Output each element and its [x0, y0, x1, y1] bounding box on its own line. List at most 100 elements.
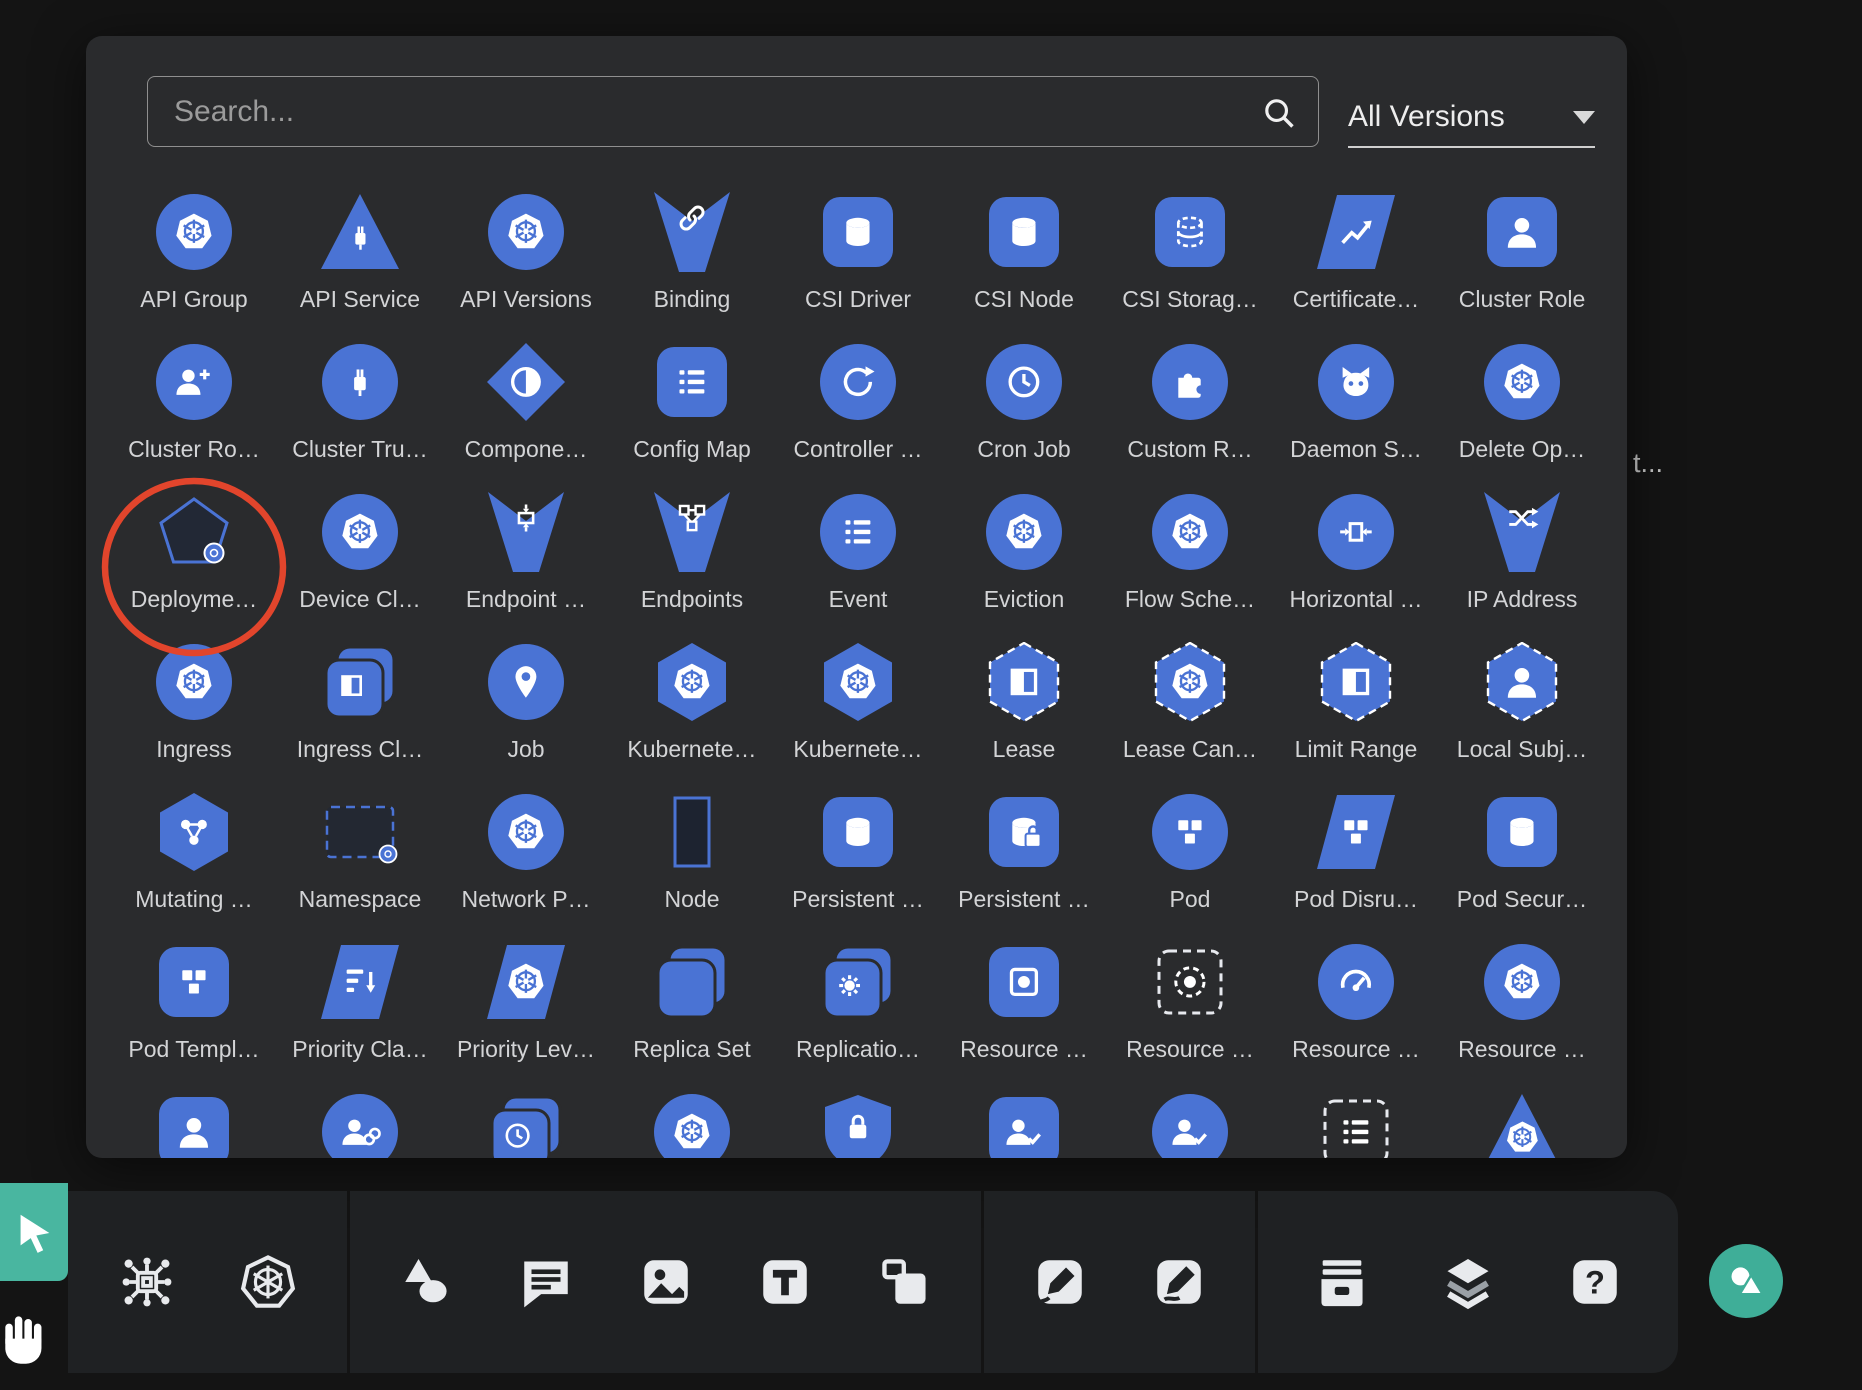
- version-filter-dropdown[interactable]: All Versions: [1348, 88, 1595, 148]
- pencil-tool-button[interactable]: [1136, 1239, 1222, 1325]
- library-item[interactable]: Ingress: [111, 642, 277, 792]
- library-item[interactable]: Local Subj…: [1439, 642, 1605, 792]
- search-input[interactable]: [148, 77, 1318, 146]
- library-item[interactable]: Binding: [609, 192, 775, 342]
- library-item[interactable]: Priority Cla…: [277, 942, 443, 1092]
- archive-icon: [1313, 1253, 1371, 1311]
- library-item[interactable]: [277, 1092, 443, 1158]
- library-item[interactable]: Daemon S…: [1273, 342, 1439, 492]
- library-item[interactable]: Resource …: [1273, 942, 1439, 1092]
- library-item[interactable]: IP Address: [1439, 492, 1605, 642]
- frame-tool-button[interactable]: [862, 1239, 948, 1325]
- library-item[interactable]: [111, 1092, 277, 1158]
- library-item[interactable]: Device Cl…: [277, 492, 443, 642]
- image-tool-button[interactable]: [623, 1239, 709, 1325]
- library-item[interactable]: Cluster Role: [1439, 192, 1605, 342]
- sort-icon: [320, 942, 400, 1022]
- library-item[interactable]: API Service: [277, 192, 443, 342]
- library-item[interactable]: Lease Can…: [1107, 642, 1273, 792]
- library-item-label: Resource …: [1292, 1036, 1420, 1063]
- library-item[interactable]: Network P…: [443, 792, 609, 942]
- library-item[interactable]: CSI Driver: [775, 192, 941, 342]
- library-item-label: Daemon S…: [1290, 436, 1422, 463]
- archive-tool-button[interactable]: [1299, 1239, 1385, 1325]
- library-item[interactable]: [443, 1092, 609, 1158]
- library-item[interactable]: CSI Storag…: [1107, 192, 1273, 342]
- library-item[interactable]: Persistent …: [775, 792, 941, 942]
- help-tool-button[interactable]: ?: [1552, 1239, 1638, 1325]
- library-item[interactable]: Resource …: [1107, 942, 1273, 1092]
- library-item-label: Lease: [993, 736, 1056, 763]
- library-item[interactable]: Ingress Cl…: [277, 642, 443, 792]
- hand-tool-button[interactable]: [0, 1296, 62, 1372]
- library-item[interactable]: Job: [443, 642, 609, 792]
- library-item[interactable]: Eviction: [941, 492, 1107, 642]
- library-item[interactable]: [1107, 1092, 1273, 1158]
- boxes-icon: [1316, 792, 1396, 872]
- library-item[interactable]: Node: [609, 792, 775, 942]
- library-item[interactable]: Horizontal …: [1273, 492, 1439, 642]
- library-item[interactable]: Pod: [1107, 792, 1273, 942]
- library-item[interactable]: Certificate…: [1273, 192, 1439, 342]
- library-item[interactable]: Mutating …: [111, 792, 277, 942]
- list-icon: [652, 342, 732, 422]
- library-item[interactable]: [775, 1092, 941, 1158]
- network-diagram-tool-button[interactable]: [104, 1239, 190, 1325]
- library-item-label: Pod: [1170, 886, 1211, 913]
- library-item[interactable]: Cluster Tru…: [277, 342, 443, 492]
- library-item[interactable]: Config Map: [609, 342, 775, 492]
- library-item[interactable]: Pod Disru…: [1273, 792, 1439, 942]
- library-item[interactable]: Kubernete…: [609, 642, 775, 792]
- library-item[interactable]: Kubernete…: [775, 642, 941, 792]
- library-item[interactable]: [1439, 1092, 1605, 1158]
- library-item[interactable]: Replicatio…: [775, 942, 941, 1092]
- library-item[interactable]: CSI Node: [941, 192, 1107, 342]
- shape-library-modal: All Versions API GroupAPI ServiceAPI Ver…: [86, 36, 1627, 1158]
- library-item[interactable]: Priority Lev…: [443, 942, 609, 1092]
- library-item[interactable]: Lease: [941, 642, 1107, 792]
- library-item[interactable]: Namespace: [277, 792, 443, 942]
- library-item[interactable]: Cluster Ro…: [111, 342, 277, 492]
- canvas-text-fragment: t...: [1633, 448, 1663, 479]
- comment-tool-button[interactable]: [503, 1239, 589, 1325]
- library-item[interactable]: Limit Range: [1273, 642, 1439, 792]
- kubernetes-tool-button[interactable]: [225, 1239, 311, 1325]
- pen-tool-button[interactable]: [1017, 1239, 1103, 1325]
- library-item[interactable]: Event: [775, 492, 941, 642]
- library-item[interactable]: Pod Templ…: [111, 942, 277, 1092]
- text-tool-button[interactable]: [742, 1239, 828, 1325]
- library-item-label: Mutating …: [135, 886, 253, 913]
- library-item[interactable]: Endpoint …: [443, 492, 609, 642]
- layers-tool-button[interactable]: [1425, 1239, 1511, 1325]
- daemon-icon: [1316, 342, 1396, 422]
- library-item[interactable]: [1273, 1092, 1439, 1158]
- library-item[interactable]: Resource …: [941, 942, 1107, 1092]
- library-item[interactable]: Persistent …: [941, 792, 1107, 942]
- library-item-label: Endpoint …: [466, 586, 586, 613]
- library-item[interactable]: Flow Sche…: [1107, 492, 1273, 642]
- database-icon: [818, 192, 898, 272]
- library-item[interactable]: Replica Set: [609, 942, 775, 1092]
- library-item-label: Cluster Role: [1459, 286, 1586, 313]
- shapes-fab-button[interactable]: [1709, 1244, 1783, 1318]
- library-item[interactable]: Cron Job: [941, 342, 1107, 492]
- library-item[interactable]: Delete Op…: [1439, 342, 1605, 492]
- library-item[interactable]: Pod Secur…: [1439, 792, 1605, 942]
- library-item[interactable]: Compone…: [443, 342, 609, 492]
- library-item-label: Replicatio…: [796, 1036, 920, 1063]
- library-item[interactable]: Resource …: [1439, 942, 1605, 1092]
- library-item-label: Deployme…: [131, 586, 258, 613]
- library-item[interactable]: API Versions: [443, 192, 609, 342]
- library-item-label: Controller …: [793, 436, 922, 463]
- library-item[interactable]: [609, 1092, 775, 1158]
- shapes-tool-button[interactable]: [384, 1239, 470, 1325]
- selection-tool-button[interactable]: [0, 1183, 68, 1281]
- library-item[interactable]: Endpoints: [609, 492, 775, 642]
- library-item[interactable]: Deployme…: [111, 492, 277, 642]
- library-item[interactable]: API Group: [111, 192, 277, 342]
- library-item[interactable]: Controller …: [775, 342, 941, 492]
- library-item-label: CSI Node: [974, 286, 1074, 313]
- library-item[interactable]: [941, 1092, 1107, 1158]
- k8s-wheel-icon: [1150, 492, 1230, 572]
- library-item[interactable]: Custom R…: [1107, 342, 1273, 492]
